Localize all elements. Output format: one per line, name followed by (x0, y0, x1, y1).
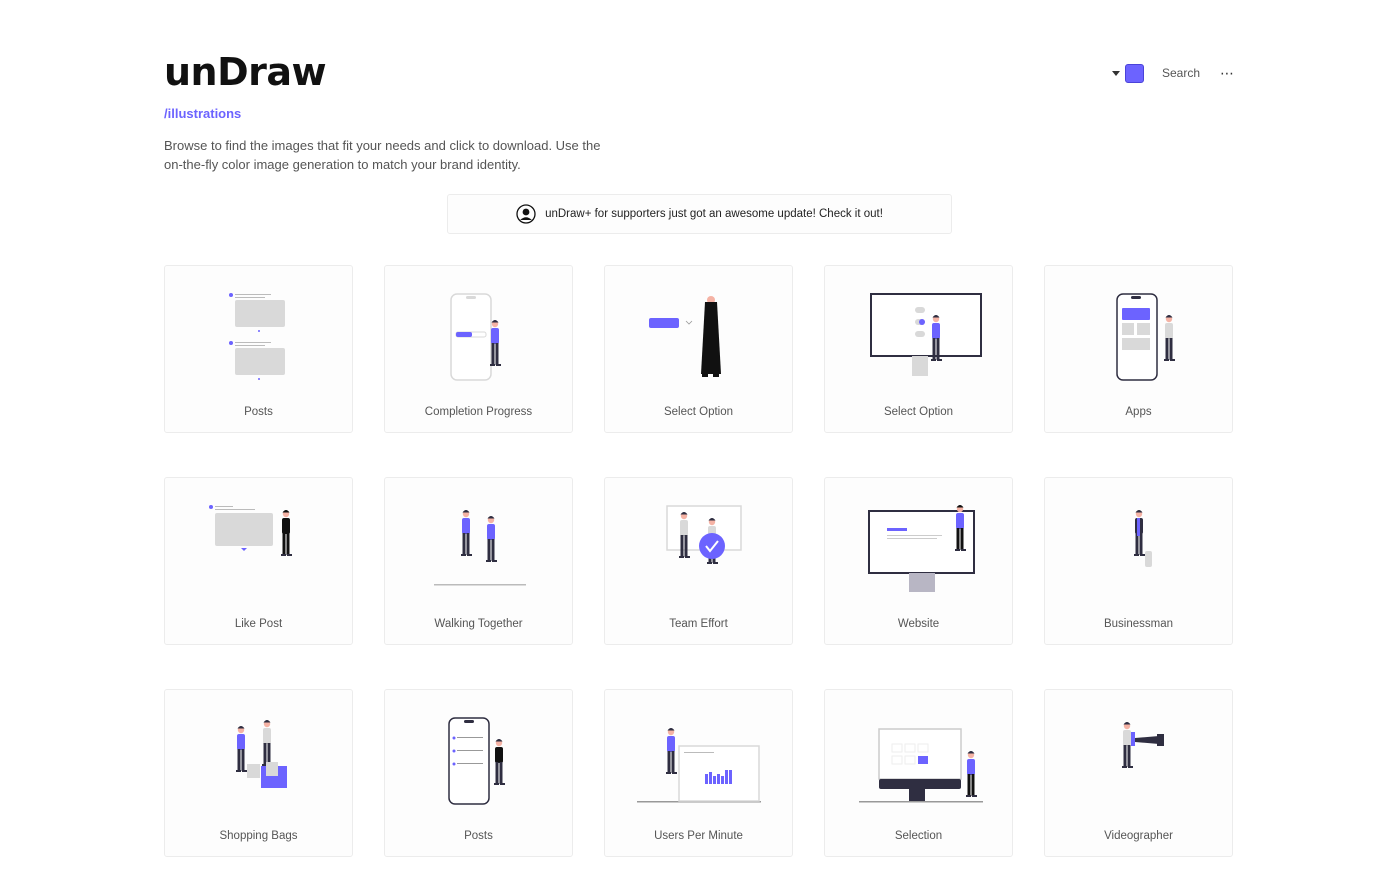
illustration-card[interactable]: Completion Progress (384, 265, 573, 433)
illustration-image (448, 717, 505, 805)
illustration-card[interactable]: Posts (164, 265, 353, 433)
illustration-title: Select Option (663, 406, 734, 418)
illustration-grid: Posts Completion Progress Select Option … (164, 265, 1233, 857)
illustration-image (1122, 722, 1164, 768)
illustration-image (209, 505, 292, 556)
illustration-card[interactable]: Businessman (1044, 477, 1233, 645)
illustrations-link[interactable]: /illustrations (164, 106, 241, 121)
illustration-image (229, 293, 285, 380)
illustration-card[interactable]: Users Per Minute (604, 689, 793, 857)
illustration-title: Posts (464, 830, 493, 842)
illustration-title: Website (897, 618, 940, 630)
illustration-image (1134, 510, 1152, 567)
top-toolbar: Search ⋯ (1112, 62, 1235, 84)
illustration-title: Videographer (1104, 830, 1173, 842)
search-button[interactable]: Search (1162, 66, 1200, 80)
illustration-title: Like Post (234, 618, 283, 630)
illustration-title: Team Effort (669, 618, 728, 630)
illustration-image (434, 510, 526, 586)
illustration-title: Posts (244, 406, 273, 418)
illustration-card[interactable]: Team Effort (604, 477, 793, 645)
illustration-card[interactable]: Select Option (604, 265, 793, 433)
illustration-card[interactable]: Videographer (1044, 689, 1233, 857)
illustration-image (859, 728, 983, 803)
illustration-image (649, 296, 721, 377)
site-logo[interactable]: unDraw (164, 50, 327, 94)
caret-down-icon[interactable] (1112, 70, 1120, 76)
illustration-title: Selection (894, 830, 943, 842)
illustration-card[interactable]: Website (824, 477, 1013, 645)
illustration-image (870, 293, 982, 376)
illustration-card[interactable]: Select Option (824, 265, 1013, 433)
illustration-card[interactable]: Walking Together (384, 477, 573, 645)
illustration-title: Businessman (1103, 618, 1174, 630)
illustration-image (637, 728, 761, 803)
illustration-image (666, 505, 742, 564)
illustration-title: Shopping Bags (219, 830, 298, 842)
illustration-title: Walking Together (434, 618, 523, 630)
illustration-card[interactable]: Selection (824, 689, 1013, 857)
illustration-image (1116, 293, 1175, 381)
illustration-image (236, 720, 287, 788)
illustration-image (450, 293, 501, 381)
illustration-card[interactable]: Shopping Bags (164, 689, 353, 857)
page-description: Browse to find the images that fit your … (164, 138, 601, 172)
illustration-image (868, 505, 975, 592)
more-menu-icon[interactable]: ⋯ (1220, 66, 1235, 80)
illustration-title: Users Per Minute (654, 830, 743, 842)
illustration-card[interactable]: Posts (384, 689, 573, 857)
user-avatar-icon (516, 204, 536, 224)
announcement-banner[interactable]: unDraw+ for supporters just got an aweso… (447, 194, 952, 234)
banner-text: unDraw+ for supporters just got an aweso… (545, 208, 883, 220)
illustration-title: Apps (1125, 406, 1152, 418)
illustration-card[interactable]: Apps (1044, 265, 1233, 433)
color-picker-swatch[interactable] (1125, 63, 1144, 83)
illustration-card[interactable]: Like Post (164, 477, 353, 645)
illustration-title: Completion Progress (424, 406, 533, 418)
illustration-title: Select Option (883, 406, 954, 418)
